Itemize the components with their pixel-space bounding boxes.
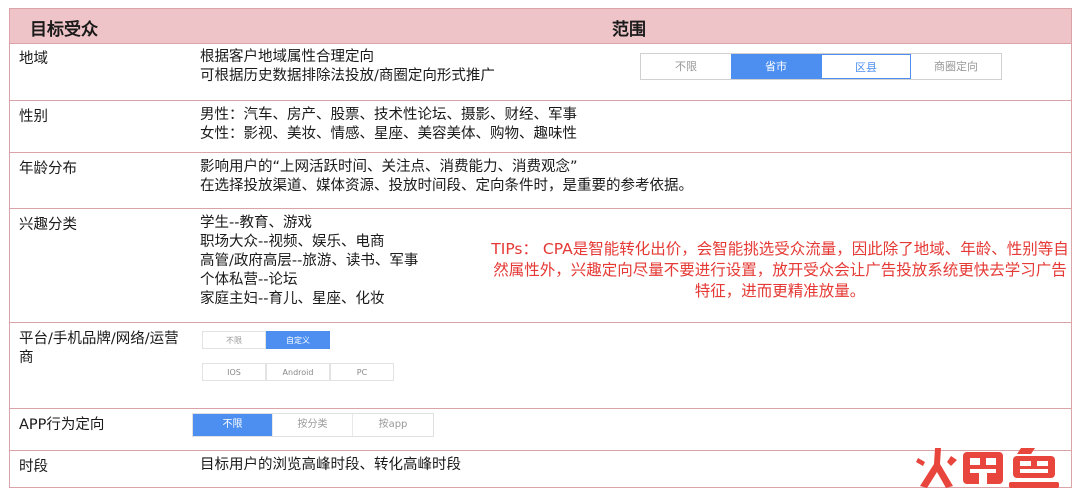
table-header: 目标受众 范围 bbox=[10, 9, 1071, 44]
desc-line: 在选择投放渠道、媒体资源、投放时间段、定向条件时，是重要的参考依据。 bbox=[200, 178, 693, 194]
app-option-by-app[interactable]: 按app bbox=[353, 414, 433, 436]
row-label: APP行为定向 bbox=[19, 417, 105, 433]
logo-carp-glyph bbox=[963, 452, 1003, 484]
row-time: 时段 目标用户的浏览高峰时段、转化高峰时段 bbox=[10, 451, 1071, 489]
desc-line: 根据客户地域属性合理定向 bbox=[200, 49, 374, 65]
region-selector: 不限 省市 区县 商圈定向 bbox=[640, 53, 1002, 80]
app-behavior-selector: 不限 按分类 按app bbox=[192, 413, 434, 437]
row-platform: 平台/手机品牌/网络/运营商 不限 自定义 IOS Android PC bbox=[10, 323, 1071, 409]
row-description: 学生--教育、游戏 职场大众--视频、娱乐、电商 高管/政府高层--旅游、读书、… bbox=[200, 214, 418, 309]
platform-option-pc[interactable]: PC bbox=[330, 363, 394, 381]
desc-line: 家庭主妇--育儿、星座、化妆 bbox=[200, 291, 385, 307]
region-option-province-city[interactable]: 省市 bbox=[731, 54, 821, 79]
row-description: 根据客户地域属性合理定向 可根据历史数据排除法投放/商圈定向形式推广 bbox=[200, 48, 495, 86]
row-interest: 兴趣分类 学生--教育、游戏 职场大众--视频、娱乐、电商 高管/政府高层--旅… bbox=[10, 209, 1071, 323]
desc-line: 学生--教育、游戏 bbox=[200, 215, 312, 231]
app-option-unlimited[interactable]: 不限 bbox=[193, 414, 273, 436]
region-option-unlimited[interactable]: 不限 bbox=[641, 54, 731, 79]
row-description: 影响用户的“上网活跃时间、关注点、消费能力、消费观念” 在选择投放渠道、媒体资源… bbox=[200, 158, 693, 196]
platform-os-group: IOS Android PC bbox=[202, 363, 394, 381]
platform-option-android[interactable]: Android bbox=[266, 363, 330, 381]
desc-line: 目标用户的浏览高峰时段、转化高峰时段 bbox=[200, 457, 461, 473]
watermark-logo bbox=[916, 448, 1059, 488]
platform-selector: 不限 自定义 IOS Android PC bbox=[200, 329, 400, 387]
audience-table: 目标受众 范围 地域 根据客户地域属性合理定向 可根据历史数据排除法投放/商圈定… bbox=[9, 8, 1072, 488]
platform-option-unlimited[interactable]: 不限 bbox=[202, 331, 266, 349]
row-label: 性别 bbox=[19, 109, 48, 125]
header-scope: 范围 bbox=[612, 20, 646, 40]
platform-option-custom[interactable]: 自定义 bbox=[266, 331, 330, 349]
desc-line: 高管/政府高层--旅游、读书、军事 bbox=[200, 253, 419, 269]
desc-line: 职场大众--视频、娱乐、电商 bbox=[200, 234, 385, 250]
row-label: 地域 bbox=[19, 51, 48, 67]
logo-fire-glyph bbox=[916, 448, 957, 488]
logo-fish-glyph bbox=[1009, 448, 1059, 488]
desc-line: 女性：影视、美妆、情感、星座、美容美体、购物、趣味性 bbox=[200, 126, 577, 142]
region-option-district[interactable]: 区县 bbox=[821, 54, 911, 79]
desc-line: 男性：汽车、房产、股票、技术性论坛、摄影、财经、军事 bbox=[200, 107, 577, 123]
row-gender: 性别 男性：汽车、房产、股票、技术性论坛、摄影、财经、军事 女性：影视、美妆、情… bbox=[10, 101, 1071, 153]
desc-line: 个体私营--论坛 bbox=[200, 272, 298, 288]
row-label: 兴趣分类 bbox=[19, 217, 77, 233]
platform-mode-group: 不限 自定义 bbox=[202, 331, 330, 349]
row-label: 年龄分布 bbox=[19, 161, 77, 177]
row-description: 目标用户的浏览高峰时段、转化高峰时段 bbox=[200, 456, 461, 475]
desc-line: 可根据历史数据排除法投放/商圈定向形式推广 bbox=[200, 68, 495, 84]
row-label: 时段 bbox=[19, 459, 48, 475]
row-app-behavior: APP行为定向 不限 按分类 按app bbox=[10, 409, 1071, 451]
tips-note: TIPs： CPA是智能转化出价，会智能挑选受众流量，因此除了地域、年龄、性别等… bbox=[491, 240, 1069, 300]
header-target-audience: 目标受众 bbox=[30, 20, 98, 40]
row-age: 年龄分布 影响用户的“上网活跃时间、关注点、消费能力、消费观念” 在选择投放渠道… bbox=[10, 153, 1071, 209]
desc-line: 影响用户的“上网活跃时间、关注点、消费能力、消费观念” bbox=[200, 159, 578, 175]
row-region: 地域 根据客户地域属性合理定向 可根据历史数据排除法投放/商圈定向形式推广 不限… bbox=[10, 43, 1071, 101]
row-description: 男性：汽车、房产、股票、技术性论坛、摄影、财经、军事 女性：影视、美妆、情感、星… bbox=[200, 106, 577, 144]
row-label: 平台/手机品牌/网络/运营商 bbox=[19, 331, 179, 366]
app-option-by-category[interactable]: 按分类 bbox=[273, 414, 353, 436]
region-option-business-circle[interactable]: 商圈定向 bbox=[911, 54, 1001, 79]
platform-option-ios[interactable]: IOS bbox=[202, 363, 266, 381]
